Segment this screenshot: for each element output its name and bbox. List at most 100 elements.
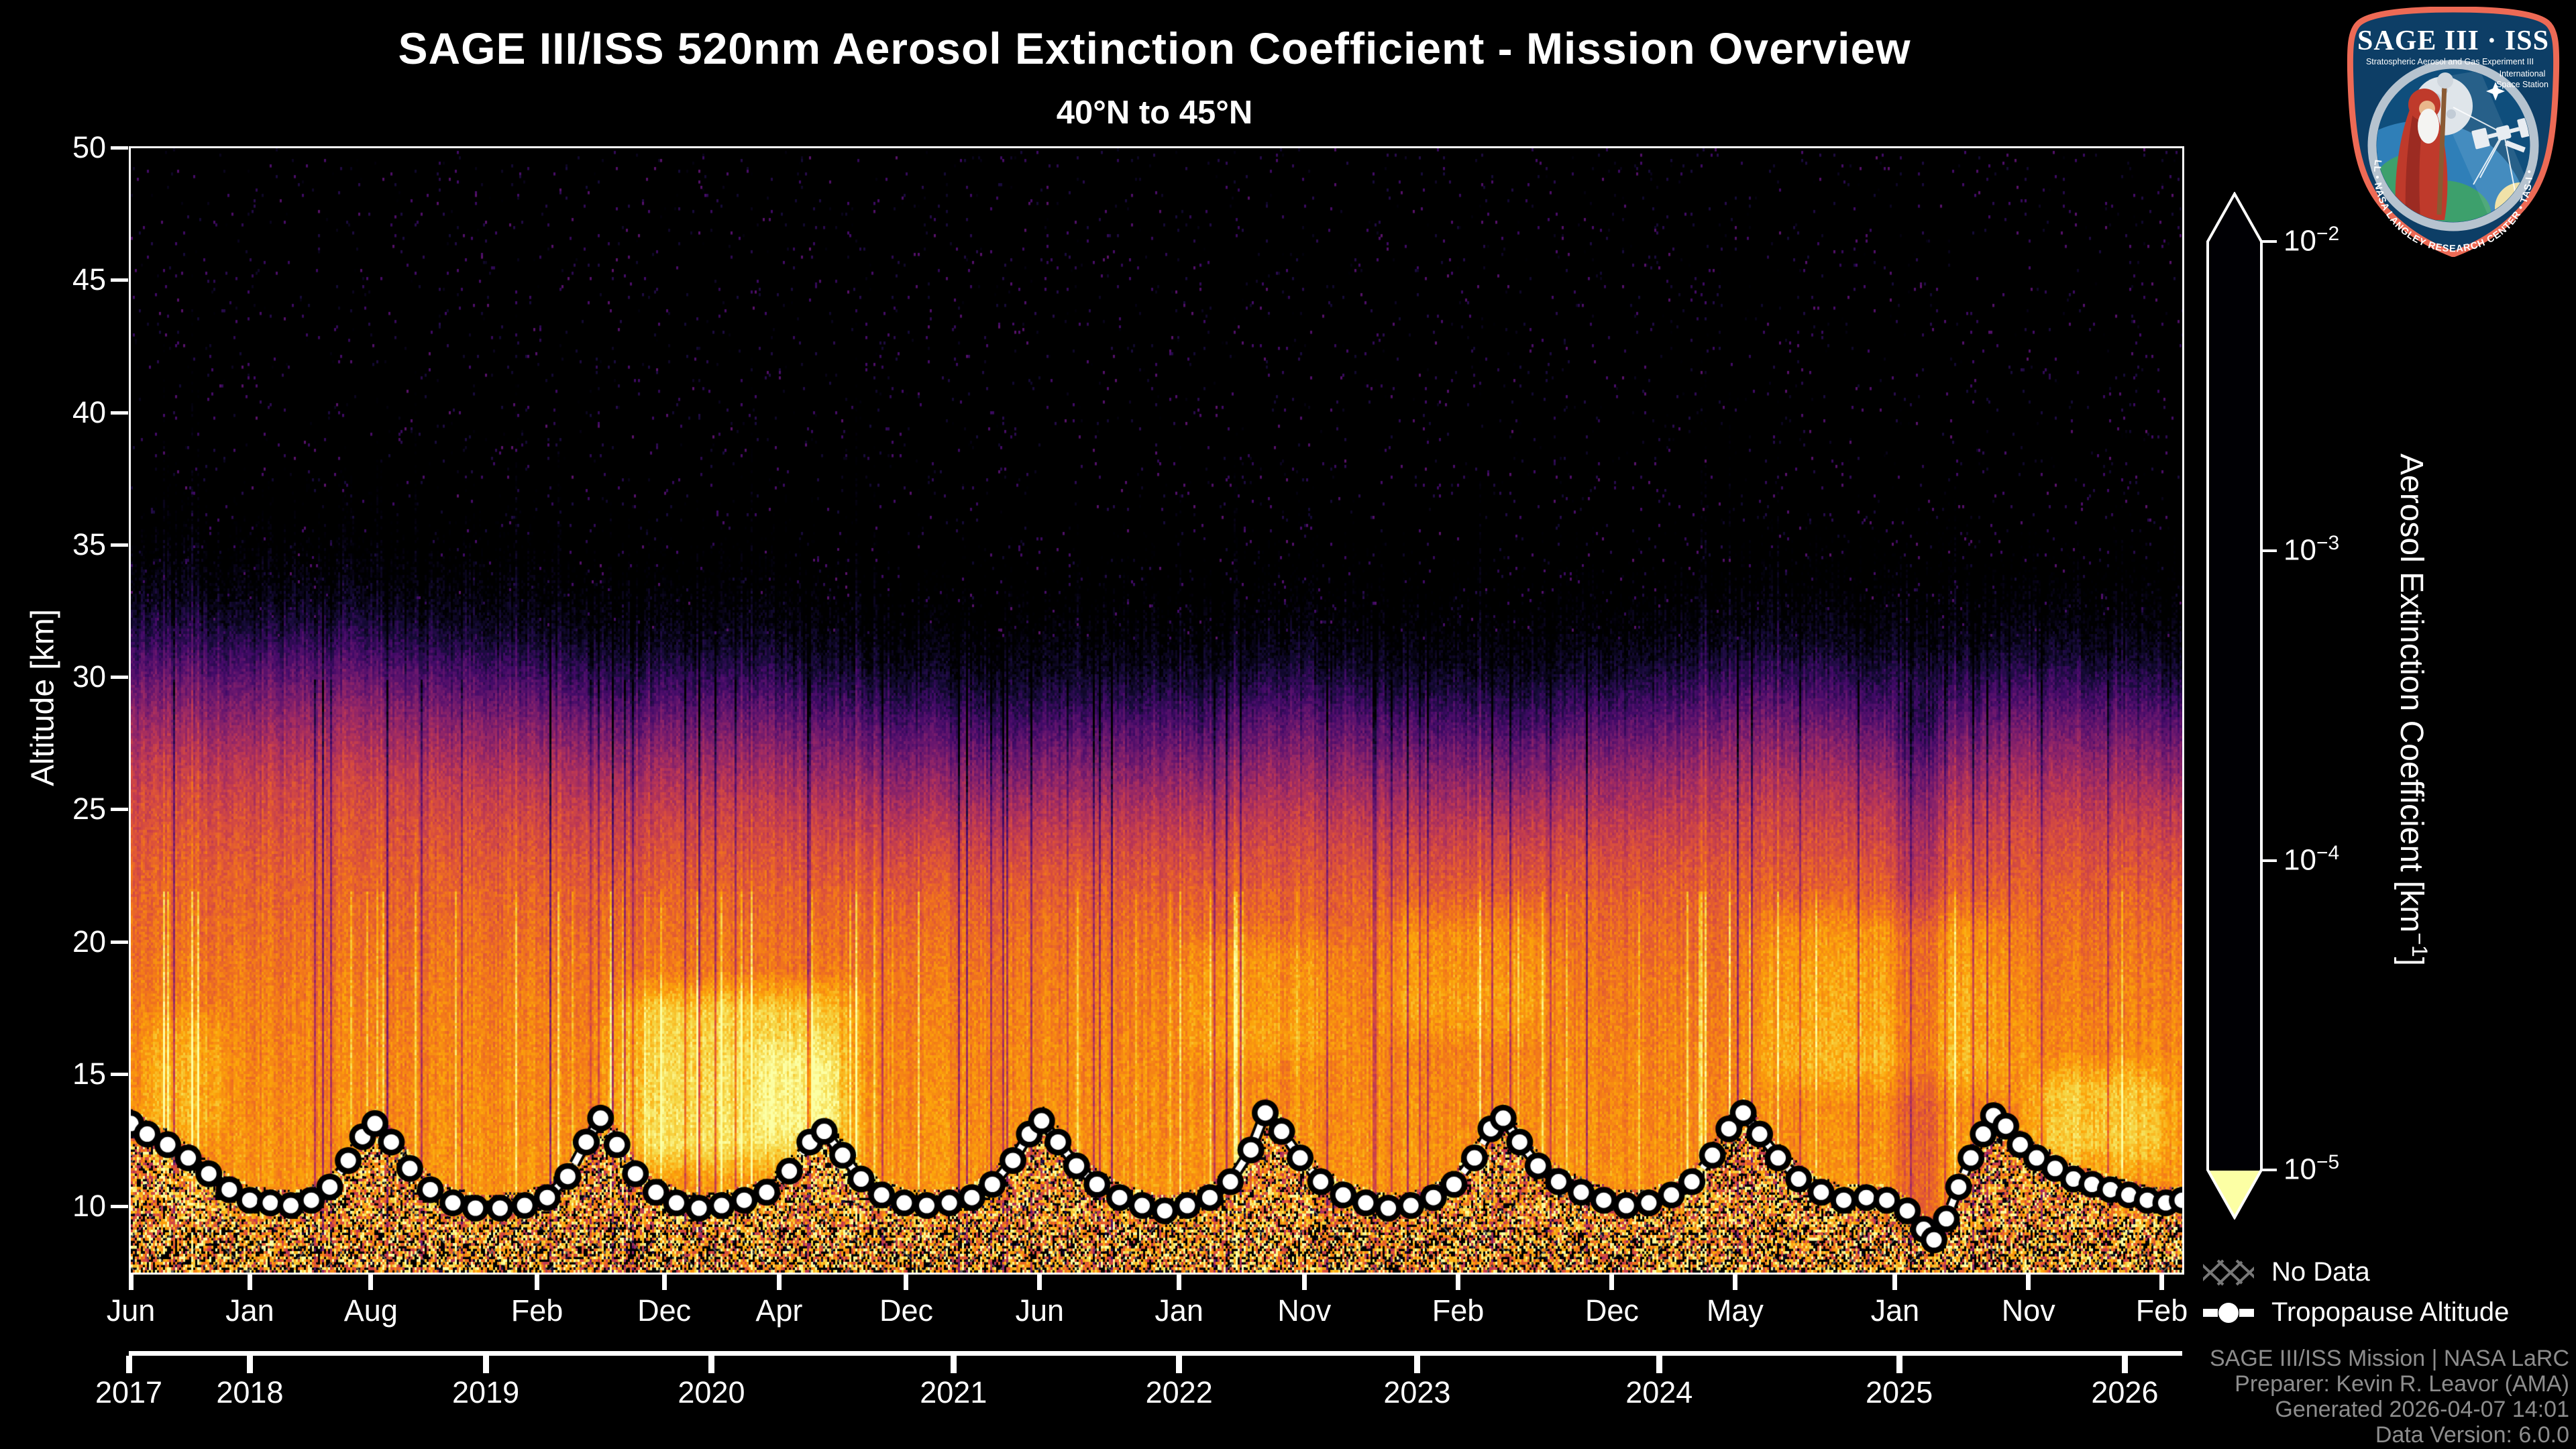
month-tick-label: May — [1706, 1293, 1764, 1328]
month-tick-label: Nov — [2001, 1293, 2055, 1328]
month-tick-mark — [661, 1273, 667, 1290]
figure-root: SAGE III/ISS 520nm Aerosol Extinction Co… — [0, 0, 2576, 1449]
y-tick-label: 15 — [72, 1056, 106, 1091]
month-tick-mark — [1609, 1273, 1615, 1290]
colorbar-tick-label: 10−4 — [2284, 841, 2340, 877]
year-tick-label: 2018 — [216, 1375, 284, 1409]
colorbar-tick-label: 10−5 — [2284, 1151, 2340, 1186]
y-axis-label: Altitude [km] — [25, 608, 61, 787]
colorbar-tick-mark — [2262, 1169, 2277, 1171]
month-tick-label: Feb — [2135, 1293, 2188, 1328]
month-tick-label: Jun — [1015, 1293, 1065, 1328]
month-tick-label: Jan — [225, 1293, 274, 1328]
y-tick-label: 25 — [72, 792, 106, 826]
month-tick-mark — [904, 1273, 909, 1290]
month-tick-mark — [247, 1273, 252, 1290]
colorbar — [2206, 192, 2263, 1220]
month-tick-mark — [1177, 1273, 1182, 1290]
y-tick-label: 50 — [72, 130, 106, 164]
year-tick-label: 2026 — [2091, 1375, 2159, 1409]
month-tick-mark — [1732, 1273, 1737, 1290]
month-tick-label: Apr — [755, 1293, 803, 1328]
y-tick-label: 35 — [72, 527, 106, 561]
year-axis-spine — [129, 1351, 2182, 1356]
year-tick-label: 2022 — [1145, 1375, 1213, 1409]
year-tick-mark — [1176, 1356, 1183, 1373]
plot-area — [129, 146, 2184, 1275]
year-tick-mark — [125, 1356, 132, 1373]
colorbar-label-text: Aerosol Extinction Coefficient [km — [2394, 453, 2429, 933]
month-tick-mark — [1301, 1273, 1307, 1290]
month-tick-label: Feb — [511, 1293, 564, 1328]
colorbar-tick-mark — [2262, 859, 2277, 862]
year-tick-label: 2017 — [95, 1375, 163, 1409]
legend-no-data-label: No Data — [2271, 1257, 2370, 1287]
month-tick-mark — [1037, 1273, 1042, 1290]
year-tick-mark — [2121, 1356, 2128, 1373]
patch-iss-text-1: International — [2500, 69, 2546, 78]
y-tick-mark — [111, 1072, 128, 1076]
year-tick-mark — [1413, 1356, 1420, 1373]
month-tick-mark — [368, 1273, 374, 1290]
month-tick-label: Aug — [343, 1293, 398, 1328]
colorbar-gradient-body — [2206, 192, 2263, 1220]
month-tick-label: Dec — [637, 1293, 692, 1328]
month-tick-label: Nov — [1277, 1293, 1332, 1328]
y-tick-mark — [111, 411, 128, 415]
legend-row-no-data: No Data — [2203, 1257, 2370, 1287]
colorbar-tick-label: 10−2 — [2284, 223, 2340, 258]
y-tick-mark — [111, 1205, 128, 1208]
year-tick-mark — [1656, 1356, 1662, 1373]
attribution-preparer: Preparer: Kevin R. Leavor (AMA) — [2235, 1371, 2569, 1397]
no-data-hatch-icon — [2203, 1259, 2254, 1285]
year-tick-mark — [950, 1356, 957, 1373]
month-tick-label: Feb — [1432, 1293, 1485, 1328]
year-tick-label: 2024 — [1625, 1375, 1693, 1409]
month-tick-mark — [2026, 1273, 2031, 1290]
colorbar-tick-label: 10−3 — [2284, 532, 2340, 567]
patch-subtitle: Stratospheric Aerosol and Gas Experiment… — [2366, 57, 2534, 66]
colorbar-label-close: ] — [2394, 957, 2429, 966]
attribution-block: SAGE III/ISS Mission | NASA LaRC Prepare… — [2210, 1346, 2569, 1448]
year-tick-label: 2021 — [920, 1375, 987, 1409]
year-tick-label: 2020 — [678, 1375, 745, 1409]
colorbar-label: Aerosol Extinction Coefficient [km−1] — [2393, 453, 2432, 966]
year-tick-mark — [246, 1356, 253, 1373]
page-title: SAGE III/ISS 520nm Aerosol Extinction Co… — [398, 23, 1911, 73]
legend-row-tropopause: Tropopause Altitude — [2203, 1297, 2509, 1328]
heatmap-canvas — [131, 148, 2182, 1273]
attribution-data-version: Data Version: 6.0.0 — [2375, 1422, 2569, 1448]
month-tick-mark — [1456, 1273, 1461, 1290]
tropopause-line-icon — [2203, 1302, 2254, 1323]
y-tick-label: 40 — [72, 394, 106, 429]
colorbar-tick-mark — [2262, 240, 2277, 243]
y-tick-label: 20 — [72, 924, 106, 959]
latitude-band-subtitle: 40°N to 45°N — [1056, 95, 1253, 131]
month-tick-label: Dec — [879, 1293, 933, 1328]
y-tick-mark — [111, 940, 128, 944]
month-tick-mark — [128, 1273, 133, 1290]
y-tick-mark — [111, 676, 128, 679]
sage-iss-mission-patch: SAGE III · ISS Stratospheric Aerosol and… — [2343, 7, 2560, 257]
colorbar-tick-mark — [2262, 549, 2277, 553]
year-tick-mark — [482, 1356, 489, 1373]
attribution-mission: SAGE III/ISS Mission | NASA LaRC — [2209, 1346, 2569, 1371]
month-tick-mark — [2159, 1273, 2164, 1290]
year-tick-label: 2023 — [1383, 1375, 1451, 1409]
y-tick-mark — [111, 543, 128, 547]
patch-iss-text-2: Space Station — [2496, 80, 2548, 89]
y-tick-mark — [111, 808, 128, 812]
year-tick-mark — [1896, 1356, 1902, 1373]
y-tick-mark — [111, 146, 128, 150]
year-tick-label: 2019 — [452, 1375, 520, 1409]
month-tick-label: Jun — [106, 1293, 156, 1328]
legend-tropopause-label: Tropopause Altitude — [2271, 1297, 2510, 1327]
month-tick-label: Jan — [1870, 1293, 1920, 1328]
year-tick-label: 2025 — [1865, 1375, 1933, 1409]
month-tick-label: Jan — [1155, 1293, 1203, 1328]
y-tick-label: 30 — [72, 659, 106, 694]
year-tick-mark — [708, 1356, 714, 1373]
attribution-generated: Generated 2026-04-07 14:01 — [2275, 1397, 2569, 1422]
month-tick-mark — [535, 1273, 540, 1290]
patch-title: SAGE III · ISS — [2357, 25, 2549, 56]
